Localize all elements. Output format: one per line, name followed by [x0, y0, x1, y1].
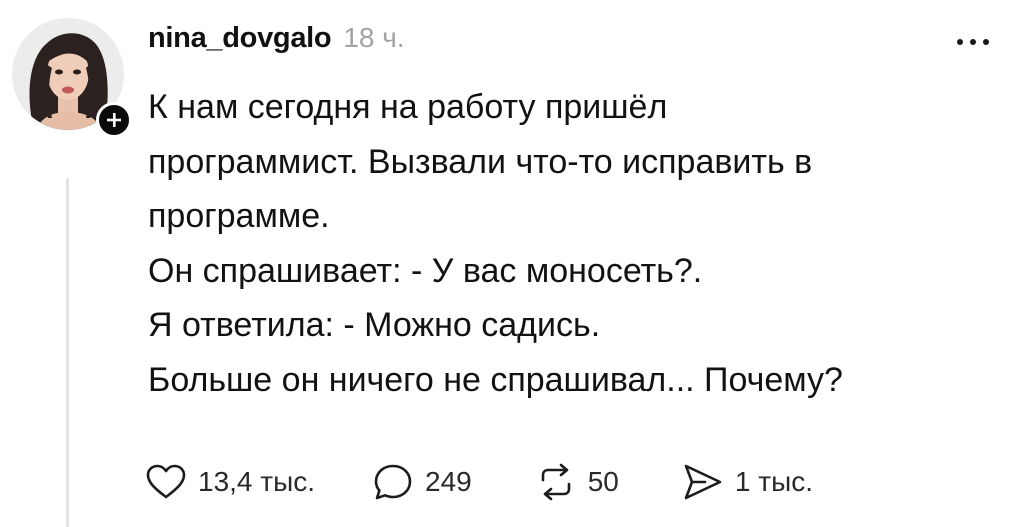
- send-icon: [684, 464, 722, 500]
- post: nina_dovgalo 18 ч. К нам сегодня на рабо…: [0, 0, 1024, 527]
- thread-line: [66, 178, 69, 527]
- post-text-line: программист. Вызвали что-то исправить в: [148, 142, 813, 181]
- timestamp: 18 ч.: [343, 22, 405, 53]
- post-text-line: Он спрашивает: - У вас моносеть?.: [148, 251, 703, 290]
- repost-arrows-icon: [541, 463, 571, 501]
- heart-icon: [146, 464, 186, 499]
- post-header: nina_dovgalo 18 ч.: [148, 22, 405, 66]
- more-dots-icon: [957, 39, 989, 45]
- comment-bubble-icon: [374, 464, 412, 500]
- post-text: К нам сегодня на работу пришёл программи…: [148, 80, 998, 407]
- action-bar: 13,4 тыс. 249 50 1 тыс.: [146, 462, 813, 502]
- post-text-line: программе.: [148, 197, 330, 235]
- more-button[interactable]: [948, 30, 998, 54]
- plus-icon: [107, 113, 121, 127]
- username[interactable]: nina_dovgalo: [148, 22, 332, 55]
- reply-button[interactable]: 249: [373, 463, 472, 501]
- share-count: 1 тыс.: [734, 466, 813, 497]
- post-text-line: Я ответила: - Можно садись.: [148, 306, 601, 344]
- post-text-line: К нам сегодня на работу пришёл: [148, 88, 668, 126]
- post-text-line: Больше он ничего не спрашивал... Почему?: [148, 360, 843, 399]
- like-button[interactable]: 13,4 тыс.: [146, 464, 315, 500]
- repost-button[interactable]: 50: [536, 463, 619, 501]
- like-count: 13,4 тыс.: [198, 466, 316, 497]
- share-button[interactable]: 1 тыс.: [683, 463, 813, 501]
- avatar-container: [12, 18, 132, 138]
- follow-button[interactable]: [96, 102, 132, 138]
- reply-count: 249: [425, 466, 472, 497]
- repost-count: 50: [587, 466, 619, 497]
